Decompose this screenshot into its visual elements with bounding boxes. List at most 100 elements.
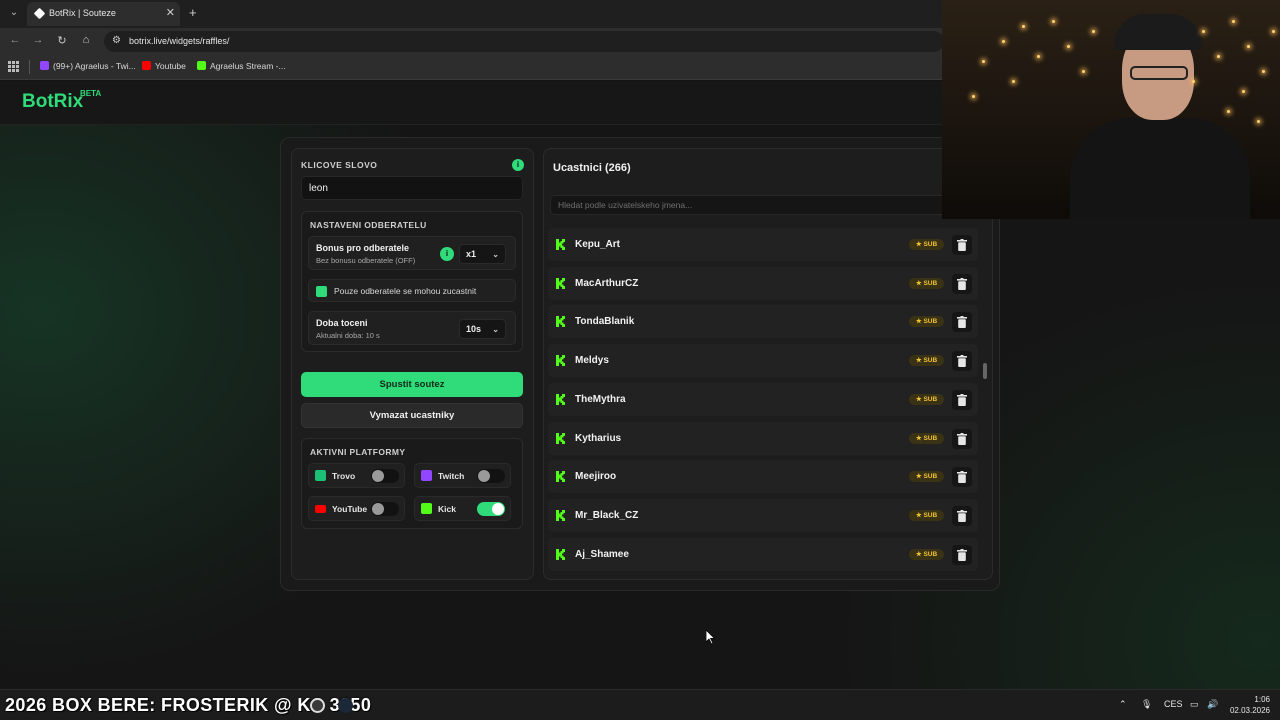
fairy-light: [1192, 80, 1195, 83]
delete-participant-button[interactable]: [952, 351, 972, 372]
apps-grid-icon[interactable]: [8, 61, 19, 72]
delete-participant-button[interactable]: [952, 273, 972, 294]
participant-name: Kepu_Art: [575, 239, 621, 250]
microphone-icon[interactable]: 🎙: [1141, 699, 1152, 710]
browser-tab[interactable]: BotRix | Souteze ✕: [27, 2, 180, 26]
participant-name: Kytharius: [575, 432, 622, 444]
steam-icon[interactable]: [338, 698, 353, 713]
clear-participants-button[interactable]: Vymazat ucastniky: [301, 403, 523, 428]
keyword-input[interactable]: [301, 176, 523, 200]
platform-trovo: Trovo: [308, 463, 405, 488]
participant-row: MacArthurCZ ★ SUB: [548, 266, 978, 300]
fairy-light: [1002, 40, 1005, 43]
obs-icon[interactable]: [310, 698, 325, 713]
network-icon[interactable]: ▭: [1190, 699, 1199, 710]
streamer-body: [1070, 118, 1250, 219]
back-icon[interactable]: ←: [8, 34, 22, 46]
fairy-light: [1052, 20, 1055, 23]
delete-participant-button[interactable]: [952, 505, 972, 526]
bookmark-youtube[interactable]: Youtube: [142, 61, 186, 71]
streamer-cap: [1114, 14, 1202, 50]
youtube-toggle[interactable]: [371, 502, 399, 516]
platform-kick: Kick: [414, 496, 511, 521]
sub-badge: ★ SUB: [909, 355, 944, 367]
reload-icon[interactable]: ↻: [55, 34, 69, 47]
participant-row: Mr_Black_CZ ★ SUB: [548, 498, 978, 532]
botrix-logo[interactable]: BotRix: [22, 91, 83, 113]
fairy-light: [1257, 120, 1260, 123]
trash-icon: [957, 393, 967, 406]
bookmark-twitch[interactable]: (99+) Agraelus - Twi...: [40, 61, 136, 71]
trash-icon: [957, 239, 967, 251]
participant-list: Kepu_Art ★ SUB MacArthurCZ ★ SUB TondaBlanik…: [548, 228, 980, 578]
trovo-toggle[interactable]: [371, 469, 399, 483]
raffle-card: KLICOVE SLOVO i NASTAVENI ODBERATELU Bon…: [280, 137, 1000, 591]
start-raffle-button[interactable]: Spustit soutez: [301, 372, 523, 397]
subscribers-only-checkbox[interactable]: [316, 286, 327, 297]
url-field[interactable]: ⚙ botrix.live/widgets/raffles/: [104, 31, 944, 52]
sub-badge: ★ SUB: [909, 432, 944, 444]
trovo-icon: [315, 470, 326, 481]
spin-duration-select[interactable]: 10s ⌄: [459, 319, 506, 339]
delete-participant-button[interactable]: [952, 544, 972, 565]
fairy-light: [1037, 55, 1040, 58]
spin-duration-value: 10s: [466, 324, 482, 334]
tab-close-icon[interactable]: ✕: [166, 6, 175, 19]
section-title: NASTAVENI ODBERATELU: [310, 220, 427, 230]
subscribers-only-row[interactable]: Pouze odberatele se mohou zucastnit: [308, 279, 516, 302]
url-text: botrix.live/widgets/raffles/: [129, 36, 230, 46]
youtube-icon: [315, 505, 326, 513]
tab-search-icon[interactable]: ⌄: [6, 5, 22, 21]
delete-participant-button[interactable]: [952, 235, 972, 255]
trash-icon: [957, 471, 967, 484]
trash-icon: [957, 316, 967, 329]
subscribers-only-label: Pouze odberatele se mohou zucastnit: [334, 286, 477, 296]
kick-toggle[interactable]: [477, 502, 505, 516]
bonus-subtitle: Bez bonusu odberatele (OFF): [316, 256, 416, 265]
trash-icon: [957, 432, 967, 445]
bookmark-label: Agraelus Stream -...: [210, 61, 286, 71]
language-indicator[interactable]: CES: [1164, 699, 1183, 709]
fairy-light: [1232, 20, 1235, 23]
delete-participant-button[interactable]: [952, 312, 972, 333]
bookmark-label: (99+) Agraelus - Twi...: [53, 61, 136, 71]
new-tab-button[interactable]: +: [189, 5, 197, 20]
scroll-thumb[interactable]: [983, 363, 987, 379]
platform-name: Kick: [438, 504, 456, 514]
forward-icon[interactable]: →: [31, 34, 45, 46]
participant-scrollbar[interactable]: [983, 275, 988, 635]
home-icon[interactable]: ⌂: [79, 34, 93, 46]
kick-icon: [556, 548, 565, 560]
kick-icon: [556, 277, 565, 289]
bonus-info-icon[interactable]: i: [440, 247, 454, 261]
delete-participant-button[interactable]: [952, 428, 972, 449]
fairy-light: [1227, 110, 1230, 113]
platform-name: YouTube: [332, 504, 368, 514]
tray-expand-icon[interactable]: ⌃: [1119, 699, 1127, 710]
bonus-multiplier-select[interactable]: x1 ⌄: [459, 244, 506, 264]
fairy-light: [1082, 70, 1085, 73]
sub-badge: ★ SUB: [909, 277, 944, 289]
keyword-label: KLICOVE SLOVO: [301, 160, 378, 170]
site-info-icon[interactable]: ⚙: [112, 35, 121, 46]
kick-icon: [556, 239, 565, 250]
participants-panel: Ucastnici (266) Kepu_Art★ SUBMacArthurCZ…: [543, 148, 993, 580]
keyword-info-icon[interactable]: i: [512, 159, 524, 171]
delete-participant-button[interactable]: [952, 389, 972, 410]
webcam-overlay: [942, 0, 1280, 219]
participant-row: Meejiroo ★ SUB: [548, 460, 978, 494]
twitch-toggle[interactable]: [477, 469, 505, 483]
trash-icon: [957, 509, 967, 522]
participant-search-input[interactable]: [550, 195, 980, 215]
fairy-light: [1202, 30, 1205, 33]
delete-participant-button[interactable]: [952, 467, 972, 488]
participant-name: Meejiroo: [575, 471, 617, 483]
platform-name: Twitch: [438, 471, 465, 481]
volume-icon[interactable]: 🔊: [1207, 699, 1218, 710]
participant-name: MacArthurCZ: [575, 277, 639, 289]
bookmark-kick[interactable]: Agraelus Stream -...: [197, 61, 286, 71]
kick-icon: [421, 503, 432, 514]
system-clock[interactable]: 1:06 02.03.2026: [1230, 694, 1270, 716]
spin-subtitle: Aktualni doba: 10 s: [316, 331, 380, 340]
platform-twitch: Twitch: [414, 463, 511, 488]
